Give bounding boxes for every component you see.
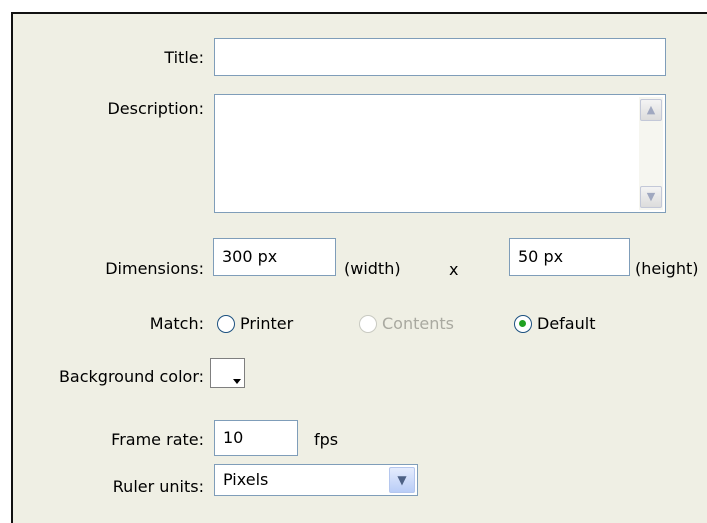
chevron-up-icon[interactable]: ▲ bbox=[640, 99, 662, 121]
description-label: Description: bbox=[107, 99, 204, 118]
dimensions-separator: x bbox=[449, 260, 459, 279]
frame-rate-unit-label: fps bbox=[314, 430, 339, 449]
match-default-label[interactable]: Default bbox=[537, 314, 595, 333]
document-properties-panel: Title: Description: ▲ ▼ Dimensions: 300 … bbox=[11, 12, 707, 523]
frame-rate-label: Frame rate: bbox=[111, 430, 204, 449]
height-unit-label: (height) bbox=[635, 259, 699, 278]
ruler-units-value: Pixels bbox=[223, 470, 269, 489]
description-scrollbar[interactable]: ▲ ▼ bbox=[639, 97, 663, 210]
ruler-units-select[interactable]: Pixels ▼ bbox=[214, 464, 418, 496]
title-input[interactable] bbox=[214, 38, 666, 76]
background-color-swatch[interactable] bbox=[210, 358, 245, 388]
description-textarea[interactable]: ▲ ▼ bbox=[214, 94, 666, 213]
dimensions-label: Dimensions: bbox=[105, 259, 204, 278]
match-label: Match: bbox=[149, 314, 204, 333]
dropdown-arrow-icon bbox=[233, 379, 241, 384]
match-contents-radio bbox=[359, 315, 377, 333]
ruler-units-label: Ruler units: bbox=[112, 477, 204, 496]
width-unit-label: (width) bbox=[344, 259, 401, 278]
title-label: Title: bbox=[164, 48, 204, 67]
match-printer-radio[interactable] bbox=[217, 315, 235, 333]
background-color-label: Background color: bbox=[58, 367, 204, 386]
match-default-radio[interactable] bbox=[514, 315, 532, 333]
height-input[interactable]: 50 px bbox=[509, 238, 630, 276]
chevron-down-icon[interactable]: ▼ bbox=[640, 186, 662, 208]
chevron-down-icon[interactable]: ▼ bbox=[389, 467, 415, 493]
frame-rate-input[interactable]: 10 bbox=[214, 420, 298, 456]
match-contents-label: Contents bbox=[382, 314, 454, 333]
match-printer-label[interactable]: Printer bbox=[240, 314, 293, 333]
width-input[interactable]: 300 px bbox=[213, 238, 336, 276]
radio-selected-dot bbox=[519, 320, 526, 327]
